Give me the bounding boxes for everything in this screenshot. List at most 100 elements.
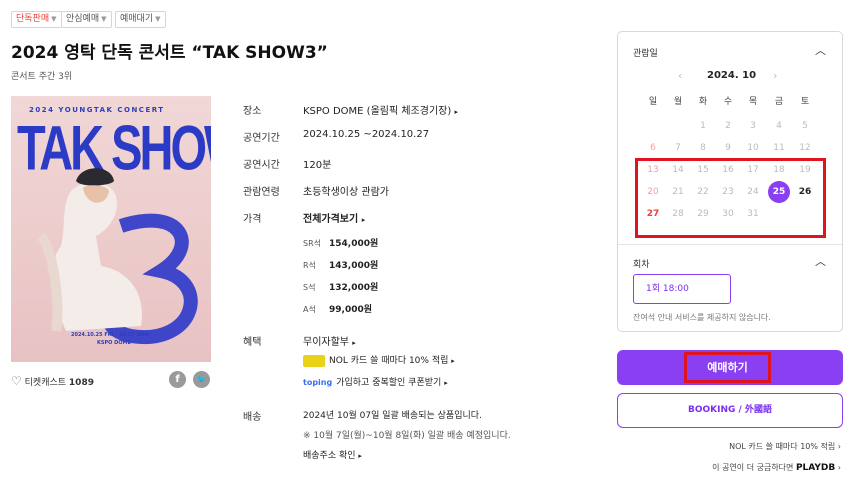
toping-logo: toping <box>303 378 333 387</box>
weekday-label: 수 <box>723 97 733 107</box>
price-grade: A석 <box>303 305 316 314</box>
interest-free-link[interactable]: 무이자할부 ▸ <box>303 333 356 348</box>
tag-safe[interactable]: 안심예매 ▼ <box>61 11 112 28</box>
nol-logo-icon <box>303 354 325 367</box>
nol-benefit-link[interactable]: NOL 카드 쓸 때마다 10% 적립 ▸ <box>303 353 455 367</box>
chevron-right-icon: ▸ <box>444 379 448 387</box>
price-label: 가격 <box>243 214 262 225</box>
poster-venue: KSPO DOME <box>97 340 131 346</box>
nol-benefit-text: NOL 카드 쓸 때마다 10% 적립 <box>329 356 449 366</box>
tag-waitlist[interactable]: 예매대기 ▼ <box>115 11 166 28</box>
chevron-right-icon: ▸ <box>352 339 356 347</box>
prev-month-button[interactable]: ‹ <box>678 69 682 82</box>
chevron-right-icon: › <box>837 442 841 451</box>
toping-benefit-text: 가입하고 중복할인 쿠폰받기 <box>336 378 442 388</box>
weekday-label: 월 <box>673 97 683 107</box>
chevron-down-icon: ▼ <box>155 15 161 23</box>
interest-free-label: 무이자할부 <box>303 337 349 348</box>
ticketcast-count: 1089 <box>68 378 94 388</box>
period-label: 공연기간 <box>243 133 280 144</box>
reserve-button-label: 예매하기 <box>707 361 748 374</box>
weekday-label: 토 <box>800 97 810 107</box>
heart-icon[interactable]: ♡ <box>11 374 22 388</box>
delivery-line1: 2024년 10월 07일 일괄 배송되는 상품입니다. <box>303 411 482 421</box>
calendar-day: 6 <box>650 143 656 153</box>
session-option-button[interactable]: 1회 18:00 <box>633 274 731 304</box>
calendar-day: 5 <box>802 121 808 131</box>
price-all-label: 전체가격보기 <box>303 214 359 225</box>
age-label: 관람연령 <box>243 187 280 198</box>
facebook-icon[interactable]: f <box>169 371 186 388</box>
price-value: 99,000원 <box>329 305 373 315</box>
runtime-value: 120분 <box>303 160 332 171</box>
playdb-logo: PLAYDB <box>795 463 836 473</box>
runtime-label: 공연시간 <box>243 160 280 171</box>
price-grade: R석 <box>303 261 316 270</box>
weekday-label: 금 <box>774 97 784 107</box>
chevron-up-icon[interactable]: ︿ <box>815 42 826 58</box>
chevron-down-icon: ▼ <box>101 15 107 23</box>
calendar-day: 8 <box>700 143 706 153</box>
poster-artwork <box>37 168 198 345</box>
foreign-booking-button[interactable]: BOOKING / 外國語 <box>617 393 843 428</box>
price-value: 143,000원 <box>329 261 379 271</box>
weekday-label: 일 <box>648 97 658 107</box>
playdb-link[interactable]: 이 공연이 더 궁금하다면 PLAYDB › <box>712 462 841 473</box>
calendar-day: 1 <box>700 121 706 131</box>
period-value: 2024.10.25 ~2024.10.27 <box>303 129 430 140</box>
price-grade: S석 <box>303 283 316 292</box>
calendar-day: 11 <box>773 143 785 153</box>
chevron-right-icon: ▸ <box>454 108 458 116</box>
price-row: SR석 154,000원 <box>303 236 378 249</box>
poster-image: 2024 YOUNGTAK CONCERT TAK SHOW 3 2024.10… <box>11 96 211 362</box>
divider <box>618 244 842 245</box>
calendar-day: 12 <box>799 143 811 153</box>
nol-footer-text: NOL 카드 쓸 때마다 10% 적립 <box>729 442 836 451</box>
poster-date: 2024.10.25 FRI - 10.27 SUN <box>71 332 149 338</box>
calendar-month: 2024. 10 <box>707 70 757 81</box>
date-highlight-box <box>635 158 826 238</box>
playdb-text: 이 공연이 더 궁금하다면 <box>712 463 794 472</box>
chevron-down-icon: ▼ <box>51 15 57 23</box>
session-note: 잔여석 안내 서비스를 제공하지 않습니다. <box>633 313 771 322</box>
chevron-right-icon: ▸ <box>361 216 366 224</box>
ticketcast[interactable]: ♡ 티켓캐스트 1089 <box>11 374 94 388</box>
chevron-right-icon: ▸ <box>358 452 362 460</box>
calendar-day: 7 <box>675 143 681 153</box>
venue-value: KSPO DOME (올림픽 체조경기장) <box>303 106 452 117</box>
weekday-label: 목 <box>748 97 758 107</box>
price-row: A석 99,000원 <box>303 302 372 315</box>
venue-label: 장소 <box>243 106 262 117</box>
venue-link[interactable]: KSPO DOME (올림픽 체조경기장) ▸ <box>303 102 458 117</box>
tag-exclusive-label: 단독판매 <box>16 14 50 24</box>
foreign-booking-label: BOOKING / 外國語 <box>688 405 772 415</box>
nol-footer-link[interactable]: NOL 카드 쓸 때마다 10% 적립 › <box>729 441 841 452</box>
price-value: 154,000원 <box>329 239 379 249</box>
calendar-day: 3 <box>750 121 756 131</box>
tag-safe-label: 안심예매 <box>66 14 100 24</box>
price-row: S석 132,000원 <box>303 280 378 293</box>
weekday-label: 화 <box>698 97 708 107</box>
benefit-label: 혜택 <box>243 337 262 348</box>
calendar-day: 4 <box>776 121 782 131</box>
calendar-day: 2 <box>725 121 731 131</box>
delivery-address-label: 배송주소 확인 <box>303 451 356 461</box>
price-row: R석 143,000원 <box>303 258 378 271</box>
rank-text: 콘서트 주간 3위 <box>11 72 73 82</box>
delivery-address-link[interactable]: 배송주소 확인 ▸ <box>303 448 362 461</box>
ticketcast-label: 티켓캐스트 <box>24 378 67 388</box>
calendar-day: 10 <box>747 143 759 153</box>
delivery-line2: ※ 10월 7일(월)~10월 8일(화) 일괄 배송 예정입니다. <box>303 431 511 441</box>
price-all-link[interactable]: 전체가격보기 ▸ <box>303 210 365 225</box>
tag-exclusive[interactable]: 단독판매 ▼ <box>11 11 62 28</box>
delivery-label: 배송 <box>243 412 262 423</box>
chevron-up-icon[interactable]: ︿ <box>815 253 826 269</box>
age-value: 초등학생이상 관람가 <box>303 187 389 198</box>
session-label: 회차 <box>633 260 650 270</box>
chevron-right-icon: ▸ <box>451 357 455 365</box>
next-month-button[interactable]: › <box>773 69 777 82</box>
toping-benefit-link[interactable]: toping 가입하고 중복할인 쿠폰받기 ▸ <box>303 375 448 388</box>
twitter-icon[interactable]: 🐦 <box>193 371 210 388</box>
price-value: 132,000원 <box>329 283 379 293</box>
tag-waitlist-label: 예매대기 <box>120 14 154 24</box>
